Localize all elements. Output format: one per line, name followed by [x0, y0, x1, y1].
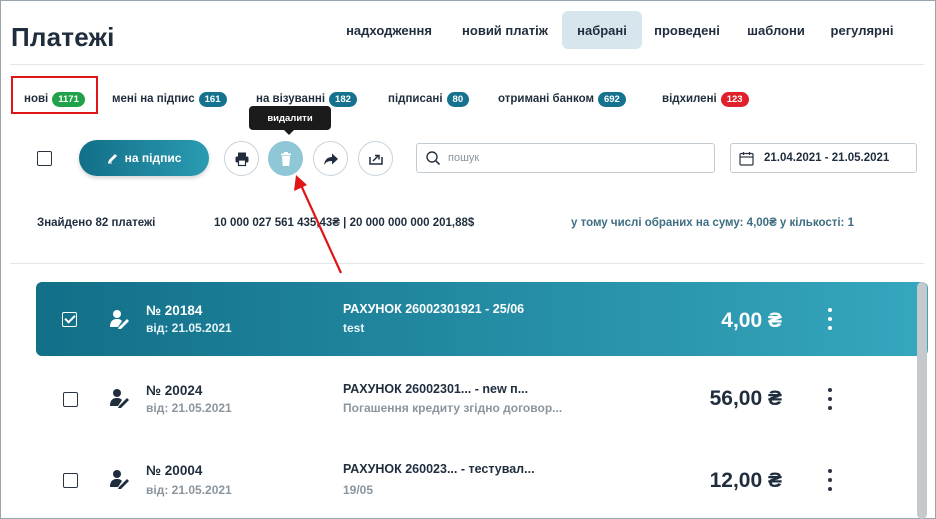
signer-icon [110, 389, 129, 408]
tab-templates[interactable]: шаблони [732, 11, 820, 49]
tab-incoming[interactable]: надходження [330, 11, 448, 49]
payment-amount: 12,00 ₴ [709, 469, 782, 492]
payment-date: від: 21.05.2021 [146, 321, 232, 335]
forward-icon [323, 153, 338, 165]
tab-drafts[interactable]: набрані [562, 11, 642, 49]
totals: 10 000 027 561 435,43₴ | 20 000 000 000 … [214, 217, 475, 229]
search-input[interactable] [448, 152, 698, 164]
payment-date: від: 21.05.2021 [146, 401, 232, 415]
signer-icon [110, 310, 129, 329]
row-more-button[interactable] [826, 308, 834, 330]
status-tab-label: підписані [388, 93, 443, 105]
annotation-highlight-box [11, 76, 98, 114]
count-badge: 692 [597, 91, 626, 107]
forward-button[interactable] [313, 141, 348, 176]
payment-description: test [343, 321, 365, 335]
trash-icon [280, 151, 291, 166]
delete-button[interactable] [268, 141, 303, 176]
signer-icon [110, 470, 129, 489]
payment-number: № 20184 [146, 303, 203, 318]
payment-description: Погашення кредиту згідно договор... [343, 401, 563, 415]
tab-processed[interactable]: проведені [642, 11, 732, 49]
page-title: Платежі [11, 22, 115, 52]
tab-recurring[interactable]: регулярні [820, 11, 904, 49]
count-badge: 182 [329, 91, 357, 107]
print-button[interactable] [224, 141, 259, 176]
list-divider [10, 263, 924, 264]
search-field[interactable] [416, 143, 715, 173]
row-checkbox[interactable] [62, 312, 77, 327]
payment-amount: 4,00 ₴ [721, 309, 782, 332]
send-to-sign-button[interactable]: на підпис [79, 140, 209, 176]
payment-account: РАХУНОК 26002301921 - 25/06 [343, 302, 525, 316]
status-tab-signed[interactable]: підписані 80 [388, 90, 470, 108]
header-divider [10, 64, 924, 65]
pen-icon [107, 154, 117, 164]
date-range-picker[interactable]: 21.04.2021 - 21.05.2021 [730, 143, 917, 173]
send-to-sign-label: на підпис [124, 151, 182, 165]
found-count: Знайдено 82 платежі [37, 217, 156, 229]
payment-row[interactable]: № 20024 від: 21.05.2021 РАХУНОК 26002301… [36, 362, 928, 436]
row-checkbox[interactable] [63, 392, 78, 407]
export-icon [368, 154, 383, 165]
row-more-button[interactable] [826, 469, 834, 491]
tab-new-payment[interactable]: новий платіж [448, 11, 562, 49]
payment-date: від: 21.05.2021 [146, 483, 232, 497]
status-tab-rejected[interactable]: відхилені 123 [662, 90, 749, 108]
payment-number: № 20024 [146, 383, 203, 398]
row-more-button[interactable] [826, 388, 834, 410]
row-checkbox[interactable] [63, 473, 78, 488]
status-tab-label: отримані банком [498, 93, 594, 105]
payment-number: № 20004 [146, 463, 203, 478]
status-tab-label: мені на підпис [112, 93, 195, 105]
delete-tooltip: видалити [249, 106, 331, 135]
count-badge: 161 [198, 91, 227, 107]
payment-row[interactable]: № 20004 від: 21.05.2021 РАХУНОК 260023..… [36, 442, 928, 516]
status-tab-to-sign[interactable]: мені на підпис 161 [112, 90, 227, 108]
select-all-checkbox[interactable] [37, 151, 52, 166]
payment-row[interactable]: № 20184 від: 21.05.2021 РАХУНОК 26002301… [36, 282, 928, 356]
selected-summary: у тому числі обраних на суму: 4,00₴ у кі… [571, 217, 854, 229]
print-icon [235, 152, 248, 166]
payment-account: РАХУНОК 260023... - тестувал... [343, 462, 535, 476]
scrollbar[interactable] [917, 282, 927, 519]
date-range-value: 21.04.2021 - 21.05.2021 [764, 152, 890, 164]
search-icon [426, 151, 441, 166]
export-button[interactable] [358, 141, 393, 176]
status-tab-label: відхилені [662, 93, 717, 105]
status-tab-label: на візуванні [256, 93, 326, 105]
top-navigation: надходження новий платіж набрані проведе… [330, 11, 904, 49]
payment-account: РАХУНОК 26002301... - new п... [343, 382, 529, 396]
count-badge: 80 [446, 91, 470, 107]
payment-amount: 56,00 ₴ [709, 387, 782, 410]
count-badge: 123 [720, 91, 749, 107]
status-tab-received-by-bank[interactable]: отримані банком 692 [498, 90, 626, 108]
payment-description: 19/05 [343, 483, 374, 497]
calendar-icon [739, 151, 754, 166]
